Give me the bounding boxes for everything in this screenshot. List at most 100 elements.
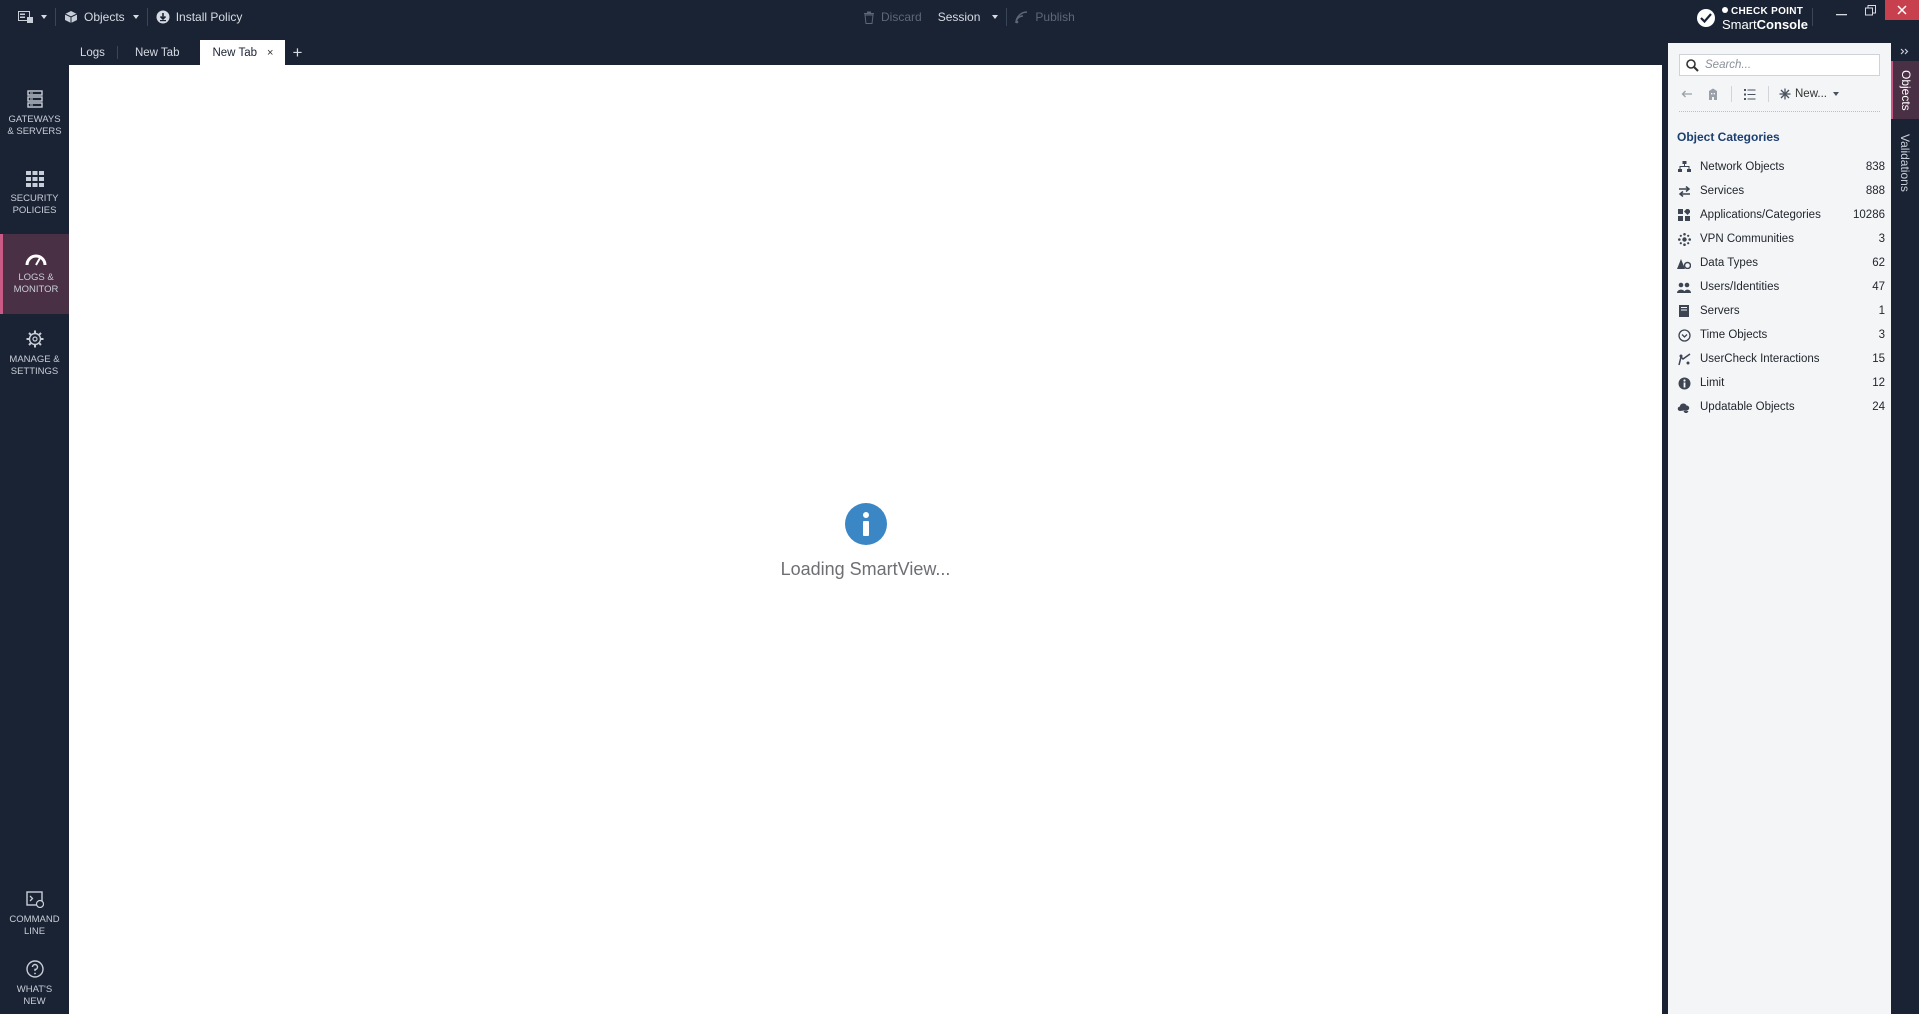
nav-label: COMMAND xyxy=(9,913,60,925)
install-policy-button[interactable]: Install Policy xyxy=(148,0,251,34)
time-icon xyxy=(1677,328,1691,342)
divider xyxy=(1812,8,1813,26)
tab-logs[interactable]: Logs xyxy=(69,40,117,65)
info-icon xyxy=(844,503,887,545)
close-tab-icon[interactable]: × xyxy=(267,47,273,59)
category-network-objects[interactable]: Network Objects 838 xyxy=(1677,155,1885,179)
category-count: 12 xyxy=(1872,377,1885,389)
session-toolbar: Discard Session Publish xyxy=(855,0,1083,34)
cube-icon xyxy=(64,11,78,23)
nav-security-policies[interactable]: SECURITY POLICIES xyxy=(0,154,69,234)
brand-product-name: SmartConsole xyxy=(1722,17,1808,32)
network-objects-icon xyxy=(1677,160,1691,174)
command-line-icon xyxy=(25,890,44,908)
category-services[interactable]: Services 888 xyxy=(1677,179,1885,203)
restore-button[interactable] xyxy=(1856,0,1885,20)
home-button[interactable] xyxy=(1705,86,1721,102)
collapse-panel-icon[interactable] xyxy=(1900,47,1909,58)
tab-new-tab[interactable]: New Tab xyxy=(116,40,201,65)
nav-label: LINE xyxy=(23,925,46,937)
chevron-down-icon xyxy=(41,15,47,19)
nav-whats-new[interactable]: WHAT'S NEW xyxy=(0,944,69,1014)
gear-icon xyxy=(26,330,43,348)
category-limit[interactable]: Limit 12 xyxy=(1677,371,1885,395)
category-count: 47 xyxy=(1872,281,1885,293)
category-vpn-communities[interactable]: VPN Communities 3 xyxy=(1677,227,1885,251)
close-window-button[interactable] xyxy=(1885,0,1919,20)
category-updatable-objects[interactable]: Updatable Objects 24 xyxy=(1677,395,1885,419)
tab-validations[interactable]: Validations xyxy=(1891,119,1919,207)
back-button[interactable] xyxy=(1679,86,1695,102)
category-time-objects[interactable]: Time Objects 3 xyxy=(1677,323,1885,347)
add-tab-button[interactable]: + xyxy=(285,40,309,65)
close-icon xyxy=(1897,5,1907,15)
object-categories-list: Network Objects 838 Services 888 Applica… xyxy=(1677,155,1885,419)
left-navigation: GATEWAYS & SERVERS SECURITY POLICIES LOG… xyxy=(0,34,69,1014)
arrow-left-icon xyxy=(1681,90,1692,98)
minimize-icon xyxy=(1836,13,1847,15)
category-data-types[interactable]: Data Types 62 xyxy=(1677,251,1885,275)
new-object-button[interactable]: New... xyxy=(1779,88,1839,100)
new-label: New... xyxy=(1795,88,1827,100)
loading-indicator: Loading SmartView... xyxy=(69,503,1662,580)
minimize-button[interactable] xyxy=(1827,0,1856,20)
servers-icon xyxy=(1677,304,1691,318)
category-usercheck[interactable]: UserCheck Interactions 15 xyxy=(1677,347,1885,371)
list-icon xyxy=(1744,88,1756,100)
category-name: UserCheck Interactions xyxy=(1700,353,1820,365)
divider xyxy=(1768,86,1769,102)
window-controls xyxy=(1827,0,1919,20)
publish-icon xyxy=(1015,10,1028,23)
nav-gateways-servers[interactable]: GATEWAYS & SERVERS xyxy=(0,74,69,154)
tab-label: Logs xyxy=(80,46,105,59)
objects-panel: New... Object Categories Network Objects… xyxy=(1665,43,1891,1014)
object-categories-title: Object Categories xyxy=(1677,130,1780,144)
trash-icon xyxy=(864,11,874,24)
category-count: 24 xyxy=(1872,401,1885,413)
nav-label: POLICIES xyxy=(12,205,57,216)
building-icon xyxy=(1709,88,1717,100)
session-menu-button[interactable]: Session xyxy=(930,0,1007,34)
category-name: Servers xyxy=(1700,305,1740,317)
vpn-icon xyxy=(1677,232,1691,246)
top-bar: Objects Install Policy Discard Session P… xyxy=(0,0,1919,34)
install-policy-label: Install Policy xyxy=(175,10,243,24)
nav-command-line[interactable]: COMMAND LINE xyxy=(0,874,69,954)
discard-button[interactable]: Discard xyxy=(855,0,930,34)
nav-manage-settings[interactable]: MANAGE & SETTINGS xyxy=(0,314,69,394)
category-name: Limit xyxy=(1700,377,1725,389)
tab-bar: Logs New Tab New Tab × + xyxy=(69,40,309,65)
object-search-box[interactable] xyxy=(1679,54,1880,76)
chevron-down-icon xyxy=(992,15,999,19)
nav-label: NEW xyxy=(23,996,46,1007)
main-menu-button[interactable] xyxy=(0,0,55,34)
category-servers[interactable]: Servers 1 xyxy=(1677,299,1885,323)
category-name: Time Objects xyxy=(1700,329,1768,341)
category-count: 1 xyxy=(1878,305,1885,317)
category-count: 62 xyxy=(1872,257,1885,269)
usercheck-icon xyxy=(1677,352,1691,366)
main-content: Loading SmartView... xyxy=(69,65,1662,1014)
list-view-button[interactable] xyxy=(1742,86,1758,102)
search-icon xyxy=(1686,58,1699,72)
services-icon xyxy=(1677,184,1691,198)
category-count: 838 xyxy=(1865,161,1885,173)
tab-objects[interactable]: Objects xyxy=(1891,61,1919,119)
side-vertical-tabs: Objects Validations xyxy=(1891,43,1919,1014)
publish-button[interactable]: Publish xyxy=(1007,0,1082,34)
limit-icon xyxy=(1677,376,1691,390)
category-users-identities[interactable]: Users/Identities 47 xyxy=(1677,275,1885,299)
category-applications[interactable]: Applications/Categories 10286 xyxy=(1677,203,1885,227)
updatable-icon xyxy=(1677,400,1691,414)
category-name: Updatable Objects xyxy=(1700,401,1795,413)
objects-menu-button[interactable]: Objects xyxy=(56,0,147,34)
help-icon xyxy=(25,960,44,978)
data-types-icon xyxy=(1677,256,1691,270)
category-count: 3 xyxy=(1878,329,1885,341)
nav-logs-monitor[interactable]: LOGS & MONITOR xyxy=(0,234,69,314)
session-label: Session xyxy=(937,10,981,24)
users-icon xyxy=(1677,280,1691,294)
star-new-icon xyxy=(1779,88,1791,100)
search-input[interactable] xyxy=(1705,59,1875,71)
tab-new-tab-active[interactable]: New Tab × xyxy=(200,40,286,65)
